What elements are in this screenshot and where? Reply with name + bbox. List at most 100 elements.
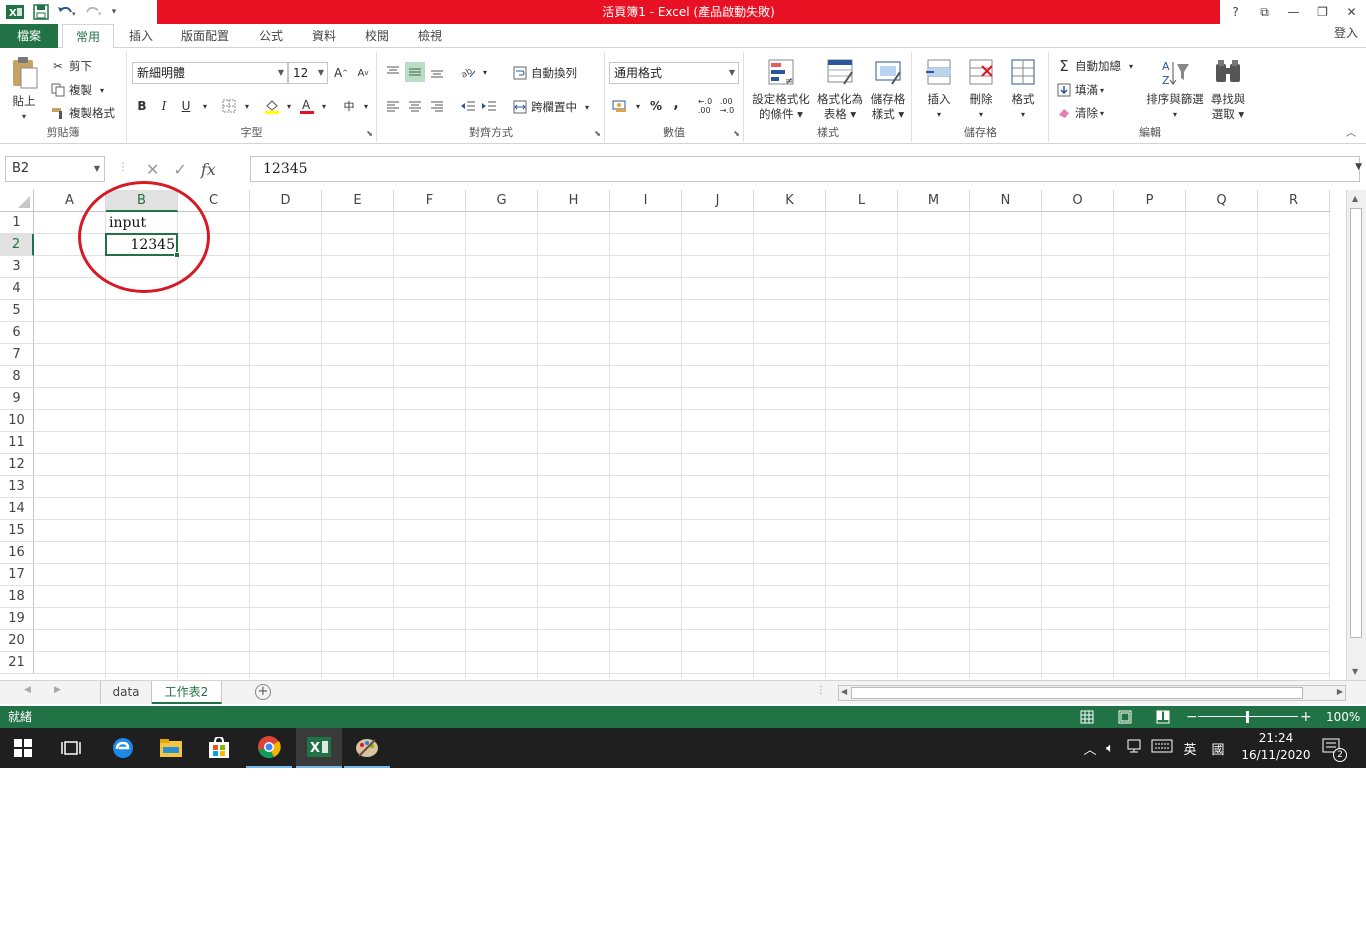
font-color-dropdown[interactable]: ▾ (314, 96, 334, 116)
vertical-scroll-thumb[interactable] (1350, 208, 1362, 638)
row-header-18[interactable]: 18 (0, 586, 34, 608)
underline-dropdown[interactable]: ▾ (195, 96, 215, 116)
row-header-3[interactable]: 3 (0, 256, 34, 278)
show-hidden-icons-icon[interactable]: ︿ (1082, 739, 1098, 758)
formula-bar-resize-handle[interactable]: ⋮ (118, 162, 128, 173)
zoom-slider-thumb[interactable] (1246, 711, 1249, 723)
chrome-browser-icon[interactable] (246, 728, 292, 768)
column-header-i[interactable]: I (610, 190, 682, 212)
row-header-19[interactable]: 19 (0, 608, 34, 630)
align-center-icon[interactable] (405, 96, 425, 116)
cut-button[interactable]: ✂ 剪下 (50, 58, 92, 74)
tab-review[interactable]: 校閱 (356, 24, 398, 48)
align-bottom-icon[interactable] (427, 62, 447, 82)
row-header-7[interactable]: 7 (0, 344, 34, 366)
row-header-2[interactable]: 2 (0, 234, 34, 256)
row-header-10[interactable]: 10 (0, 410, 34, 432)
undo-icon[interactable]: ▾ (56, 1, 78, 23)
column-header-p[interactable]: P (1114, 190, 1186, 212)
align-right-icon[interactable] (427, 96, 447, 116)
edge-browser-icon[interactable] (100, 728, 146, 768)
column-header-b[interactable]: B (106, 190, 178, 212)
column-header-h[interactable]: H (538, 190, 610, 212)
comma-style-button[interactable]: , (666, 94, 686, 114)
column-header-e[interactable]: E (322, 190, 394, 212)
paint-app-icon[interactable] (344, 728, 390, 768)
zoom-out-button[interactable]: − (1186, 706, 1198, 728)
ime-language-indicator[interactable]: 英 (1176, 739, 1204, 758)
close-button[interactable]: ✕ (1337, 0, 1366, 24)
scroll-up-icon[interactable]: ▲ (1352, 194, 1358, 203)
row-header-12[interactable]: 12 (0, 454, 34, 476)
tab-data[interactable]: 資料 (303, 24, 345, 48)
row-header-9[interactable]: 9 (0, 388, 34, 410)
restore-button[interactable]: ❐ (1308, 0, 1337, 24)
italic-button[interactable]: I (154, 96, 174, 116)
tab-split-handle[interactable]: ⋮ (816, 685, 826, 696)
phonetic-dropdown[interactable]: ▾ (356, 96, 376, 116)
formula-input[interactable]: 12345 (250, 156, 1360, 182)
column-header-r[interactable]: R (1258, 190, 1330, 212)
scroll-right-icon[interactable]: ▶ (1337, 687, 1343, 696)
insert-cells-button[interactable]: 插入 ▾ (919, 58, 959, 122)
tab-view[interactable]: 檢視 (409, 24, 451, 48)
redo-icon[interactable]: ▾ (82, 1, 104, 23)
sheet-tab-sheet2[interactable]: 工作表2 (152, 681, 222, 704)
save-icon[interactable] (30, 1, 52, 23)
merge-center-button[interactable]: 跨欄置中 ▾ (512, 99, 589, 115)
increase-indent-icon[interactable] (479, 96, 499, 116)
scroll-sheets-left-icon[interactable]: ◀ (24, 685, 31, 695)
copy-button[interactable]: 複製 ▾ (50, 82, 104, 98)
format-cells-button[interactable]: 格式 ▾ (1003, 58, 1043, 122)
row-header-1[interactable]: 1 (0, 212, 34, 234)
page-layout-view-icon[interactable] (1118, 710, 1132, 727)
scroll-down-icon[interactable]: ▼ (1352, 667, 1358, 676)
dialog-launcher-icon[interactable]: ⬊ (366, 129, 373, 138)
row-header-5[interactable]: 5 (0, 300, 34, 322)
number-format-select[interactable]: 通用格式 ▼ (609, 62, 739, 84)
page-break-view-icon[interactable] (1156, 710, 1170, 727)
network-icon[interactable] (1122, 739, 1148, 757)
scroll-left-icon[interactable]: ◀ (841, 687, 847, 696)
tab-insert[interactable]: 插入 (118, 24, 164, 48)
row-header-14[interactable]: 14 (0, 498, 34, 520)
excel-app-icon[interactable]: X (296, 728, 342, 768)
find-select-button[interactable]: 尋找與 選取 ▾ (1206, 58, 1250, 122)
conditional-formatting-button[interactable]: ≠ 設定格式化 的條件 ▾ (749, 58, 813, 122)
task-view-icon[interactable] (48, 728, 94, 768)
row-header-6[interactable]: 6 (0, 322, 34, 344)
ribbon-display-options-button[interactable]: ⧉ (1250, 0, 1279, 24)
format-as-table-button[interactable]: 格式化為 表格 ▾ (815, 58, 865, 122)
cancel-icon[interactable]: ✕ (146, 160, 159, 179)
column-header-a[interactable]: A (34, 190, 106, 212)
clock[interactable]: 21:24 16/11/2020 (1236, 730, 1316, 764)
decrease-decimal-icon[interactable]: .00 →.0 (717, 96, 737, 116)
align-middle-icon[interactable] (405, 62, 425, 82)
decrease-font-size-icon[interactable]: Av (353, 63, 373, 83)
vertical-scrollbar[interactable]: ▲ ▼ (1346, 190, 1366, 680)
borders-dropdown[interactable]: ▾ (237, 96, 257, 116)
orientation-dropdown[interactable]: ▾ (475, 62, 495, 82)
microsoft-store-icon[interactable] (196, 728, 242, 768)
zoom-level[interactable]: 100% (1326, 706, 1360, 728)
normal-view-icon[interactable] (1080, 710, 1094, 727)
tab-file[interactable]: 檔案 (0, 24, 58, 48)
insert-function-icon[interactable]: fx (201, 160, 216, 179)
bold-button[interactable]: B (132, 96, 152, 116)
column-header-d[interactable]: D (250, 190, 322, 212)
fill-handle[interactable] (174, 252, 180, 258)
minimize-button[interactable]: — (1279, 0, 1308, 24)
row-header-20[interactable]: 20 (0, 630, 34, 652)
horizontal-scrollbar[interactable]: ◀ ▶ (838, 685, 1346, 701)
tab-page-layout[interactable]: 版面配置 (172, 24, 238, 48)
dialog-launcher-icon[interactable]: ⬊ (594, 129, 601, 138)
increase-decimal-icon[interactable]: ←.0.00 (695, 96, 715, 116)
delete-cells-button[interactable]: 刪除 ▾ (961, 58, 1001, 122)
fill-color-dropdown[interactable]: ▾ (279, 96, 299, 116)
windows-start-icon[interactable] (0, 728, 46, 768)
column-header-f[interactable]: F (394, 190, 466, 212)
column-header-g[interactable]: G (466, 190, 538, 212)
format-painter-button[interactable]: 複製格式 (50, 105, 115, 121)
increase-font-size-icon[interactable]: A ^ (331, 63, 351, 83)
ime-mode-indicator[interactable]: 國 (1204, 739, 1232, 758)
